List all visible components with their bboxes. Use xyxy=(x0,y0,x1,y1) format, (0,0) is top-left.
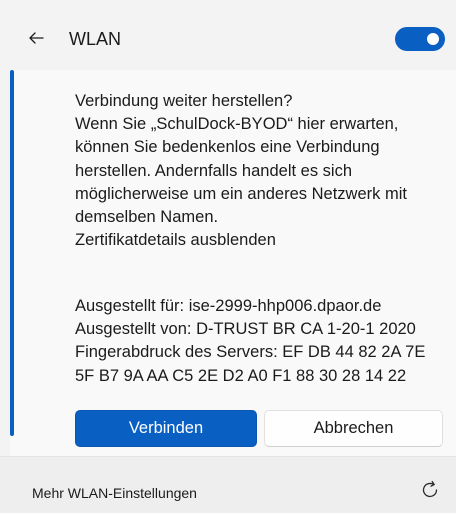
cert-fingerprint-cont: 5F B7 9A AA C5 2E D2 A0 F1 88 30 28 14 2… xyxy=(75,366,407,385)
cert-issued-by: Ausgestellt von: D-TRUST BR CA 1-20-1 20… xyxy=(75,320,416,339)
wlan-flyout: WLAN Verbindung weiter herstellen? Wenn … xyxy=(0,0,456,513)
header: WLAN xyxy=(0,0,456,70)
toggle-knob xyxy=(427,33,439,45)
selection-accent-bar xyxy=(10,70,14,436)
prompt-line: können Sie bedenkenlos eine Verbindung xyxy=(75,138,380,157)
prompt-line: Wenn Sie „SchulDock-BYOD“ hier erwarten, xyxy=(75,115,399,134)
cert-fingerprint: Fingerabdruck des Servers: EF DB 44 82 2… xyxy=(75,343,426,362)
more-wlan-settings-link[interactable]: Mehr WLAN-Einstellungen xyxy=(32,485,197,501)
connect-button[interactable]: Verbinden xyxy=(75,410,257,447)
connect-prompt: Verbindung weiter herstellen? Wenn Sie „… xyxy=(75,90,450,252)
wlan-toggle[interactable] xyxy=(395,27,445,51)
prompt-line: demselben Namen. xyxy=(75,208,219,227)
arrow-left-icon xyxy=(29,32,44,44)
back-button[interactable] xyxy=(22,24,50,52)
prompt-line: herstellen. Andernfalls handelt es sich xyxy=(75,161,353,180)
cert-issued-to: Ausgestellt für: ise-2999-hhp006.dpaor.d… xyxy=(75,297,382,315)
footer: Mehr WLAN-Einstellungen xyxy=(0,457,456,513)
refresh-icon xyxy=(422,480,438,498)
refresh-button[interactable] xyxy=(417,477,443,503)
page-title: WLAN xyxy=(69,29,122,49)
hide-certificate-details-link[interactable]: Zertifikatdetails ausblenden xyxy=(75,229,450,252)
prompt-question: Verbindung weiter herstellen? xyxy=(75,92,293,110)
prompt-line: möglicherweise um ein anderes Netzwerk m… xyxy=(75,184,407,203)
certificate-details: Ausgestellt für: ise-2999-hhp006.dpaor.d… xyxy=(75,295,450,388)
cancel-button[interactable]: Abbrechen xyxy=(264,410,443,447)
